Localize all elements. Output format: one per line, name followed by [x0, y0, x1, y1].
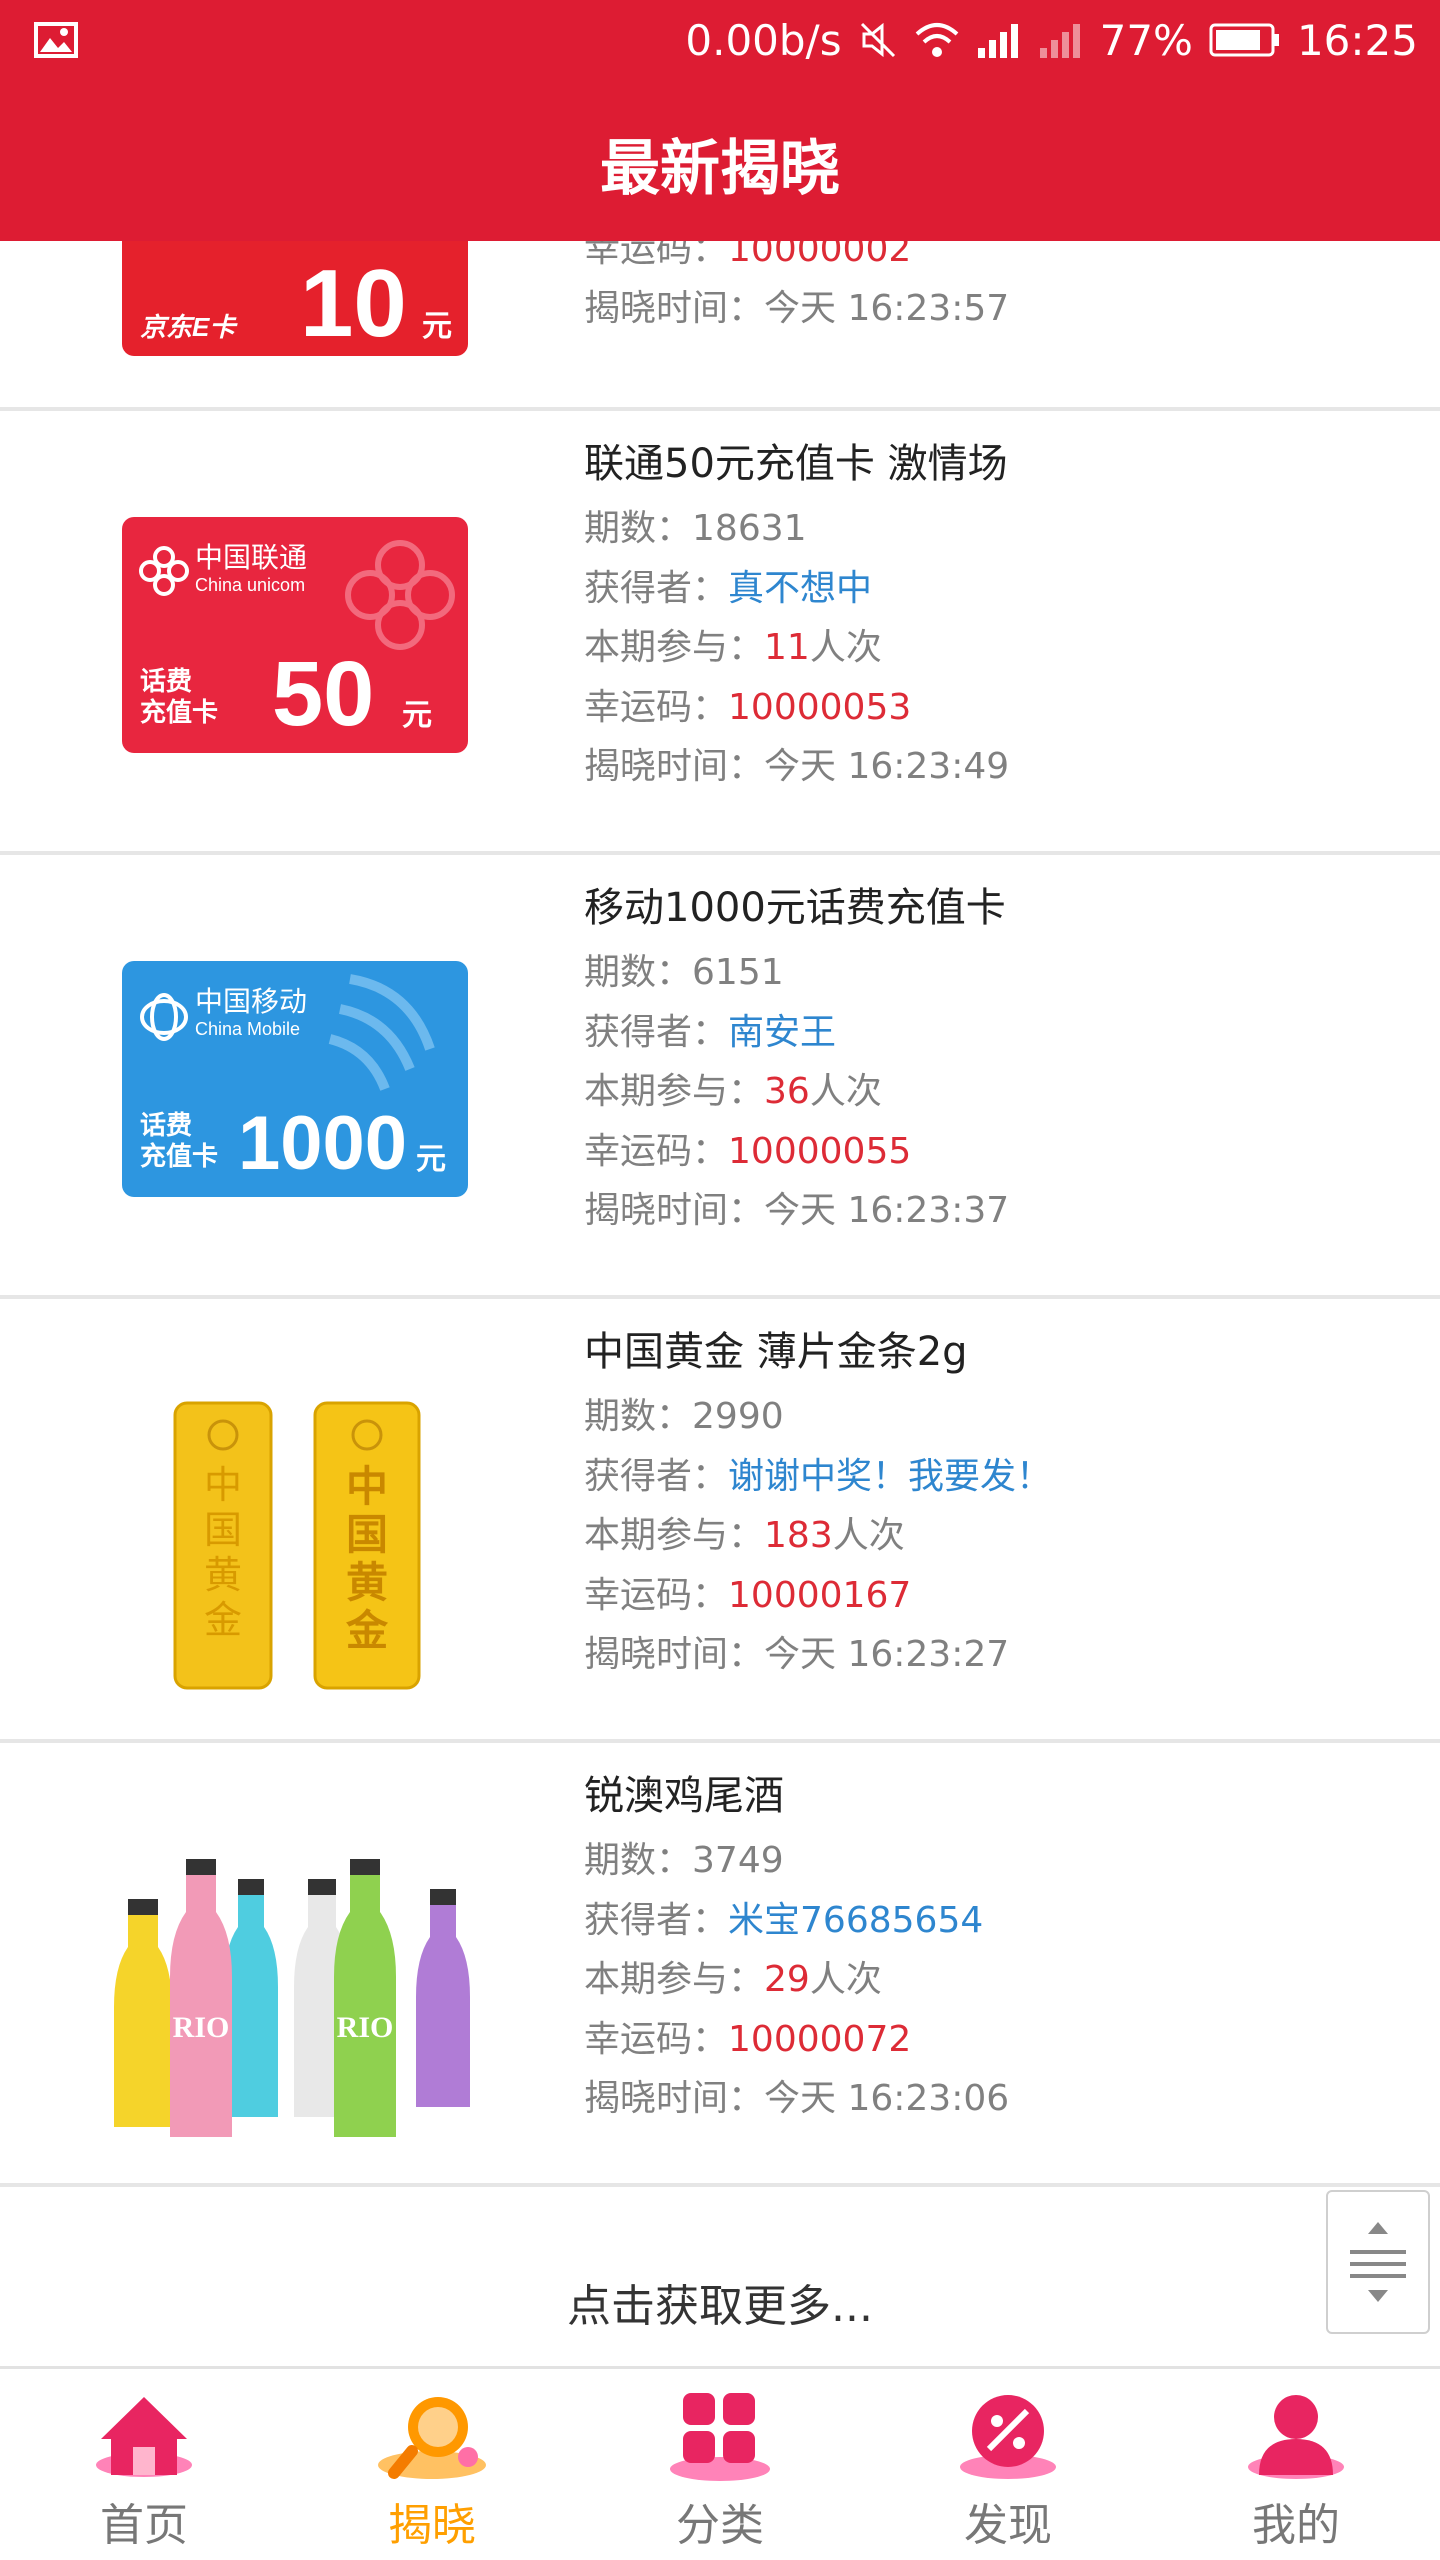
period-row: 期数：2990: [584, 1396, 784, 1437]
tab-label: 发现: [964, 2500, 1052, 2551]
lucky-code-row: 幸运码：10000053: [584, 686, 912, 728]
rio-cocktail-image: RIO RIO: [114, 1859, 470, 2137]
tab-mine[interactable]: 我的: [1152, 2369, 1440, 2560]
card-line2: 充值卡: [140, 1141, 218, 1172]
tab-label: 揭晓: [388, 2500, 476, 2551]
tab-label: 分类: [676, 2500, 764, 2551]
reveal-time-row: 揭晓时间：今天 16:23:57: [584, 288, 1010, 329]
signal-icon: [977, 24, 1018, 58]
back-to-top-button[interactable]: [1326, 2190, 1430, 2334]
winner-row: 获得者：谢谢中奖！我要发！: [584, 1455, 1053, 1497]
list-item[interactable]: 中国移动 China Mobile 话费 充值卡 1000 元 移动1000元话…: [0, 859, 1440, 1299]
status-bar: 0.00b/s 77% 16:25: [0, 0, 1440, 80]
signal-weak-icon: [1039, 24, 1080, 58]
tab-label: 首页: [100, 2500, 188, 2551]
participants-row: 本期参与：183人次: [584, 1515, 905, 1556]
card-amount: 50: [272, 643, 374, 745]
card-line1: 话费: [140, 667, 192, 697]
period-row: 期数：18631: [584, 508, 807, 549]
list-item[interactable]: RIO RIO 锐澳鸡尾酒 期数：3749 获得者：米宝76685654 本期参…: [0, 1747, 1440, 2187]
card-amount: 1000: [238, 1101, 407, 1186]
profile-icon: [1248, 2395, 1344, 2479]
battery-icon: [1209, 23, 1279, 57]
bottom-tab-bar: 首页 揭晓 分类 发现 我的: [0, 2366, 1440, 2560]
winner-link[interactable]: 谢谢中奖！我要发！: [728, 1456, 1052, 1497]
reveal-icon: [378, 2397, 486, 2479]
card-amount: 10: [300, 250, 407, 357]
card-unit: 元: [422, 310, 452, 343]
jd-ecard-image: 京东E卡 10 元: [122, 241, 468, 357]
lucky-code-row: 幸运码：10000055: [584, 1130, 912, 1172]
back-to-top-icon: [1350, 2222, 1406, 2302]
revealed-list[interactable]: 京东E卡 10 元 本期参与：4人次 幸运码：10000002 揭晓时间：今天 …: [0, 241, 1440, 2366]
tab-discover[interactable]: 发现: [864, 2369, 1152, 2560]
tab-label: 我的: [1252, 2500, 1340, 2551]
period-row: 期数：3749: [584, 1840, 784, 1881]
winner-row: 获得者：南安王: [584, 1011, 837, 1053]
bar-text-right: 中国黄金: [345, 1462, 389, 1655]
wifi-icon: [915, 23, 958, 57]
participants-row: 本期参与：11人次: [584, 627, 882, 668]
load-more-button[interactable]: 点击获取更多...: [0, 2247, 1440, 2366]
list-item[interactable]: 中国黄金 中国黄金 中国黄金 薄片金条2g 期数：2990 获得者：谢谢中奖！我…: [0, 1303, 1440, 1743]
lucky-code-row: 幸运码：10000167: [584, 1574, 912, 1616]
card-brand-en: China unicom: [195, 575, 305, 595]
winner-row: 获得者：真不想中: [584, 567, 873, 609]
winner-link[interactable]: 真不想中: [728, 568, 872, 609]
category-icon: [670, 2393, 770, 2481]
card-brand: 中国移动: [195, 985, 307, 1018]
home-icon: [96, 2397, 192, 2477]
item-title: 锐澳鸡尾酒: [584, 1773, 784, 1819]
page-title: 最新揭晓: [600, 134, 840, 204]
participants-row: 本期参与：29人次: [584, 1959, 882, 2000]
card-unit: 元: [416, 1142, 446, 1177]
item-title: 联通50元充值卡 激情场: [584, 441, 1008, 487]
tab-reveal[interactable]: 揭晓: [288, 2369, 576, 2560]
reveal-time-row: 揭晓时间：今天 16:23:49: [584, 746, 1010, 787]
item-info: 本期参与：4人次 幸运码：10000002 揭晓时间：今天 16:23:57: [584, 241, 1404, 339]
reveal-time-row: 揭晓时间：今天 16:23:37: [584, 1190, 1010, 1231]
bottles: [114, 1859, 470, 2137]
clock: 16:25: [1296, 15, 1418, 65]
item-info: 中国黄金 薄片金条2g 期数：2990 获得者：谢谢中奖！我要发！ 本期参与：1…: [584, 1317, 1404, 1685]
period-row: 期数：6151: [584, 952, 784, 993]
reveal-time-row: 揭晓时间：今天 16:23:06: [584, 2078, 1010, 2119]
bottle-label: RIO: [173, 2011, 230, 2044]
card-line2: 充值卡: [140, 697, 218, 728]
gold-bar-image: 中国黄金 中国黄金: [173, 1401, 421, 1690]
battery-percent: 77%: [1099, 15, 1193, 65]
tab-home[interactable]: 首页: [0, 2369, 288, 2560]
top-bar: 0.00b/s 77% 16:25 最新揭晓: [0, 0, 1440, 241]
winner-link[interactable]: 米宝76685654: [728, 1900, 983, 1941]
discover-icon: [960, 2395, 1056, 2479]
mobile-card-image: 中国移动 China Mobile 话费 充值卡 1000 元: [122, 961, 468, 1197]
item-info: 移动1000元话费充值卡 期数：6151 获得者：南安王 本期参与：36人次 幸…: [584, 873, 1404, 1241]
winner-link[interactable]: 南安王: [728, 1012, 836, 1053]
item-title: 中国黄金 薄片金条2g: [584, 1329, 968, 1375]
reveal-time-row: 揭晓时间：今天 16:23:27: [584, 1634, 1010, 1675]
mute-icon: [860, 22, 895, 58]
item-info: 锐澳鸡尾酒 期数：3749 获得者：米宝76685654 本期参与：29人次 幸…: [584, 1761, 1404, 2129]
bar-text-left: 中国黄金: [204, 1463, 242, 1642]
unicom-card-image: 中国联通 China unicom 话费 充值卡 50 元: [122, 517, 468, 753]
list-item[interactable]: 中国联通 China unicom 话费 充值卡 50 元 联通50元充值卡 激…: [0, 415, 1440, 855]
card-brand-en: China Mobile: [195, 1019, 300, 1039]
card-unit: 元: [402, 698, 432, 733]
list-item[interactable]: 京东E卡 10 元 本期参与：4人次 幸运码：10000002 揭晓时间：今天 …: [0, 241, 1440, 411]
participants-row: 本期参与：36人次: [584, 1071, 882, 1112]
lucky-code-row: 幸运码：10000002: [584, 241, 912, 270]
item-title: 移动1000元话费充值卡: [584, 885, 1006, 931]
tab-category[interactable]: 分类: [576, 2369, 864, 2560]
item-info: 联通50元充值卡 激情场 期数：18631 获得者：真不想中 本期参与：11人次…: [584, 429, 1404, 797]
card-line1: 话费: [140, 1111, 192, 1141]
bottle-label: RIO: [337, 2011, 394, 2044]
gallery-notification-icon: [34, 22, 78, 58]
card-brand: 京东E卡: [140, 312, 238, 342]
lucky-code-row: 幸运码：10000072: [584, 2018, 912, 2060]
card-brand: 中国联通: [195, 541, 307, 574]
winner-row: 获得者：米宝76685654: [584, 1899, 984, 1941]
network-speed: 0.00b/s: [685, 15, 842, 65]
